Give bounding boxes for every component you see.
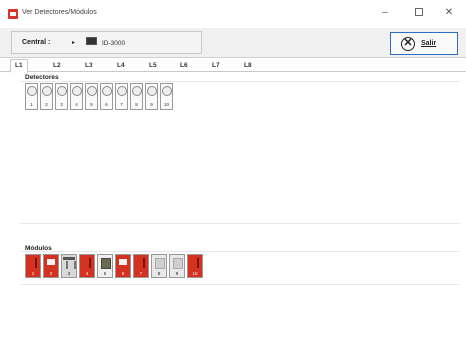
detector-10[interactable]: 10	[160, 83, 173, 110]
central-selector[interactable]: Central : ▸ ID-3000	[11, 31, 202, 54]
tab-l7[interactable]: L7	[208, 60, 224, 72]
smoke-detector-icon	[72, 86, 82, 96]
tab-l1[interactable]: L1	[10, 59, 28, 73]
module-8[interactable]: 8	[151, 254, 167, 278]
expand-arrow-icon: ▸	[72, 40, 76, 46]
module-3[interactable]: 3	[61, 254, 77, 278]
central-label: Central :	[22, 39, 51, 46]
smoke-detector-icon	[57, 86, 67, 96]
title-bar: Ver Detectores/Módulos – ✕	[0, 0, 466, 28]
detector-3[interactable]: 3	[55, 83, 68, 110]
smoke-detector-icon	[27, 86, 37, 96]
exit-button-label: Salir	[421, 40, 437, 47]
maximize-button[interactable]	[410, 6, 428, 20]
panel-device-icon	[86, 37, 97, 45]
loop-tabs: L1 L2 L3 L4 L5 L6 L7 L8	[0, 58, 466, 73]
smoke-detector-icon	[162, 86, 172, 96]
smoke-detector-icon	[147, 86, 157, 96]
detector-9[interactable]: 9	[145, 83, 158, 110]
smoke-detector-icon	[42, 86, 52, 96]
tab-l3[interactable]: L3	[81, 60, 97, 72]
exit-button[interactable]: ✕ Salir	[390, 32, 458, 55]
detectors-title: Detectores	[25, 74, 59, 81]
module-4[interactable]: 4	[79, 254, 95, 278]
module-9[interactable]: 9	[169, 254, 185, 278]
tab-l5[interactable]: L5	[145, 60, 161, 72]
window-title: Ver Detectores/Módulos	[22, 9, 97, 16]
detector-4[interactable]: 4	[70, 83, 83, 110]
module-7[interactable]: 7	[133, 254, 149, 278]
tab-l4[interactable]: L4	[113, 60, 129, 72]
app-icon	[8, 9, 18, 19]
detector-2[interactable]: 2	[40, 83, 53, 110]
close-button[interactable]: ✕	[440, 6, 458, 20]
maximize-icon	[415, 8, 423, 17]
detector-7[interactable]: 7	[115, 83, 128, 110]
central-value: ID-3000	[102, 40, 126, 47]
module-5[interactable]: 5	[97, 254, 113, 278]
smoke-detector-icon	[102, 86, 112, 96]
detector-6[interactable]: 6	[100, 83, 113, 110]
smoke-detector-icon	[132, 86, 142, 96]
module-6[interactable]: 6	[115, 254, 131, 278]
module-2[interactable]: 2	[43, 254, 59, 278]
tab-l6[interactable]: L6	[176, 60, 192, 72]
toolbar: Central : ▸ ID-3000 ✕ Salir	[0, 28, 466, 58]
tab-l2[interactable]: L2	[49, 60, 65, 72]
minimize-button[interactable]: –	[376, 6, 394, 20]
detector-1[interactable]: 1	[25, 83, 38, 110]
module-10[interactable]: 10	[187, 254, 203, 278]
close-circle-icon: ✕	[401, 37, 415, 51]
detector-5[interactable]: 5	[85, 83, 98, 110]
smoke-detector-icon	[87, 86, 97, 96]
smoke-detector-icon	[117, 86, 127, 96]
module-1[interactable]: 1	[25, 254, 41, 278]
tab-l8[interactable]: L8	[240, 60, 256, 72]
detector-8[interactable]: 8	[130, 83, 143, 110]
